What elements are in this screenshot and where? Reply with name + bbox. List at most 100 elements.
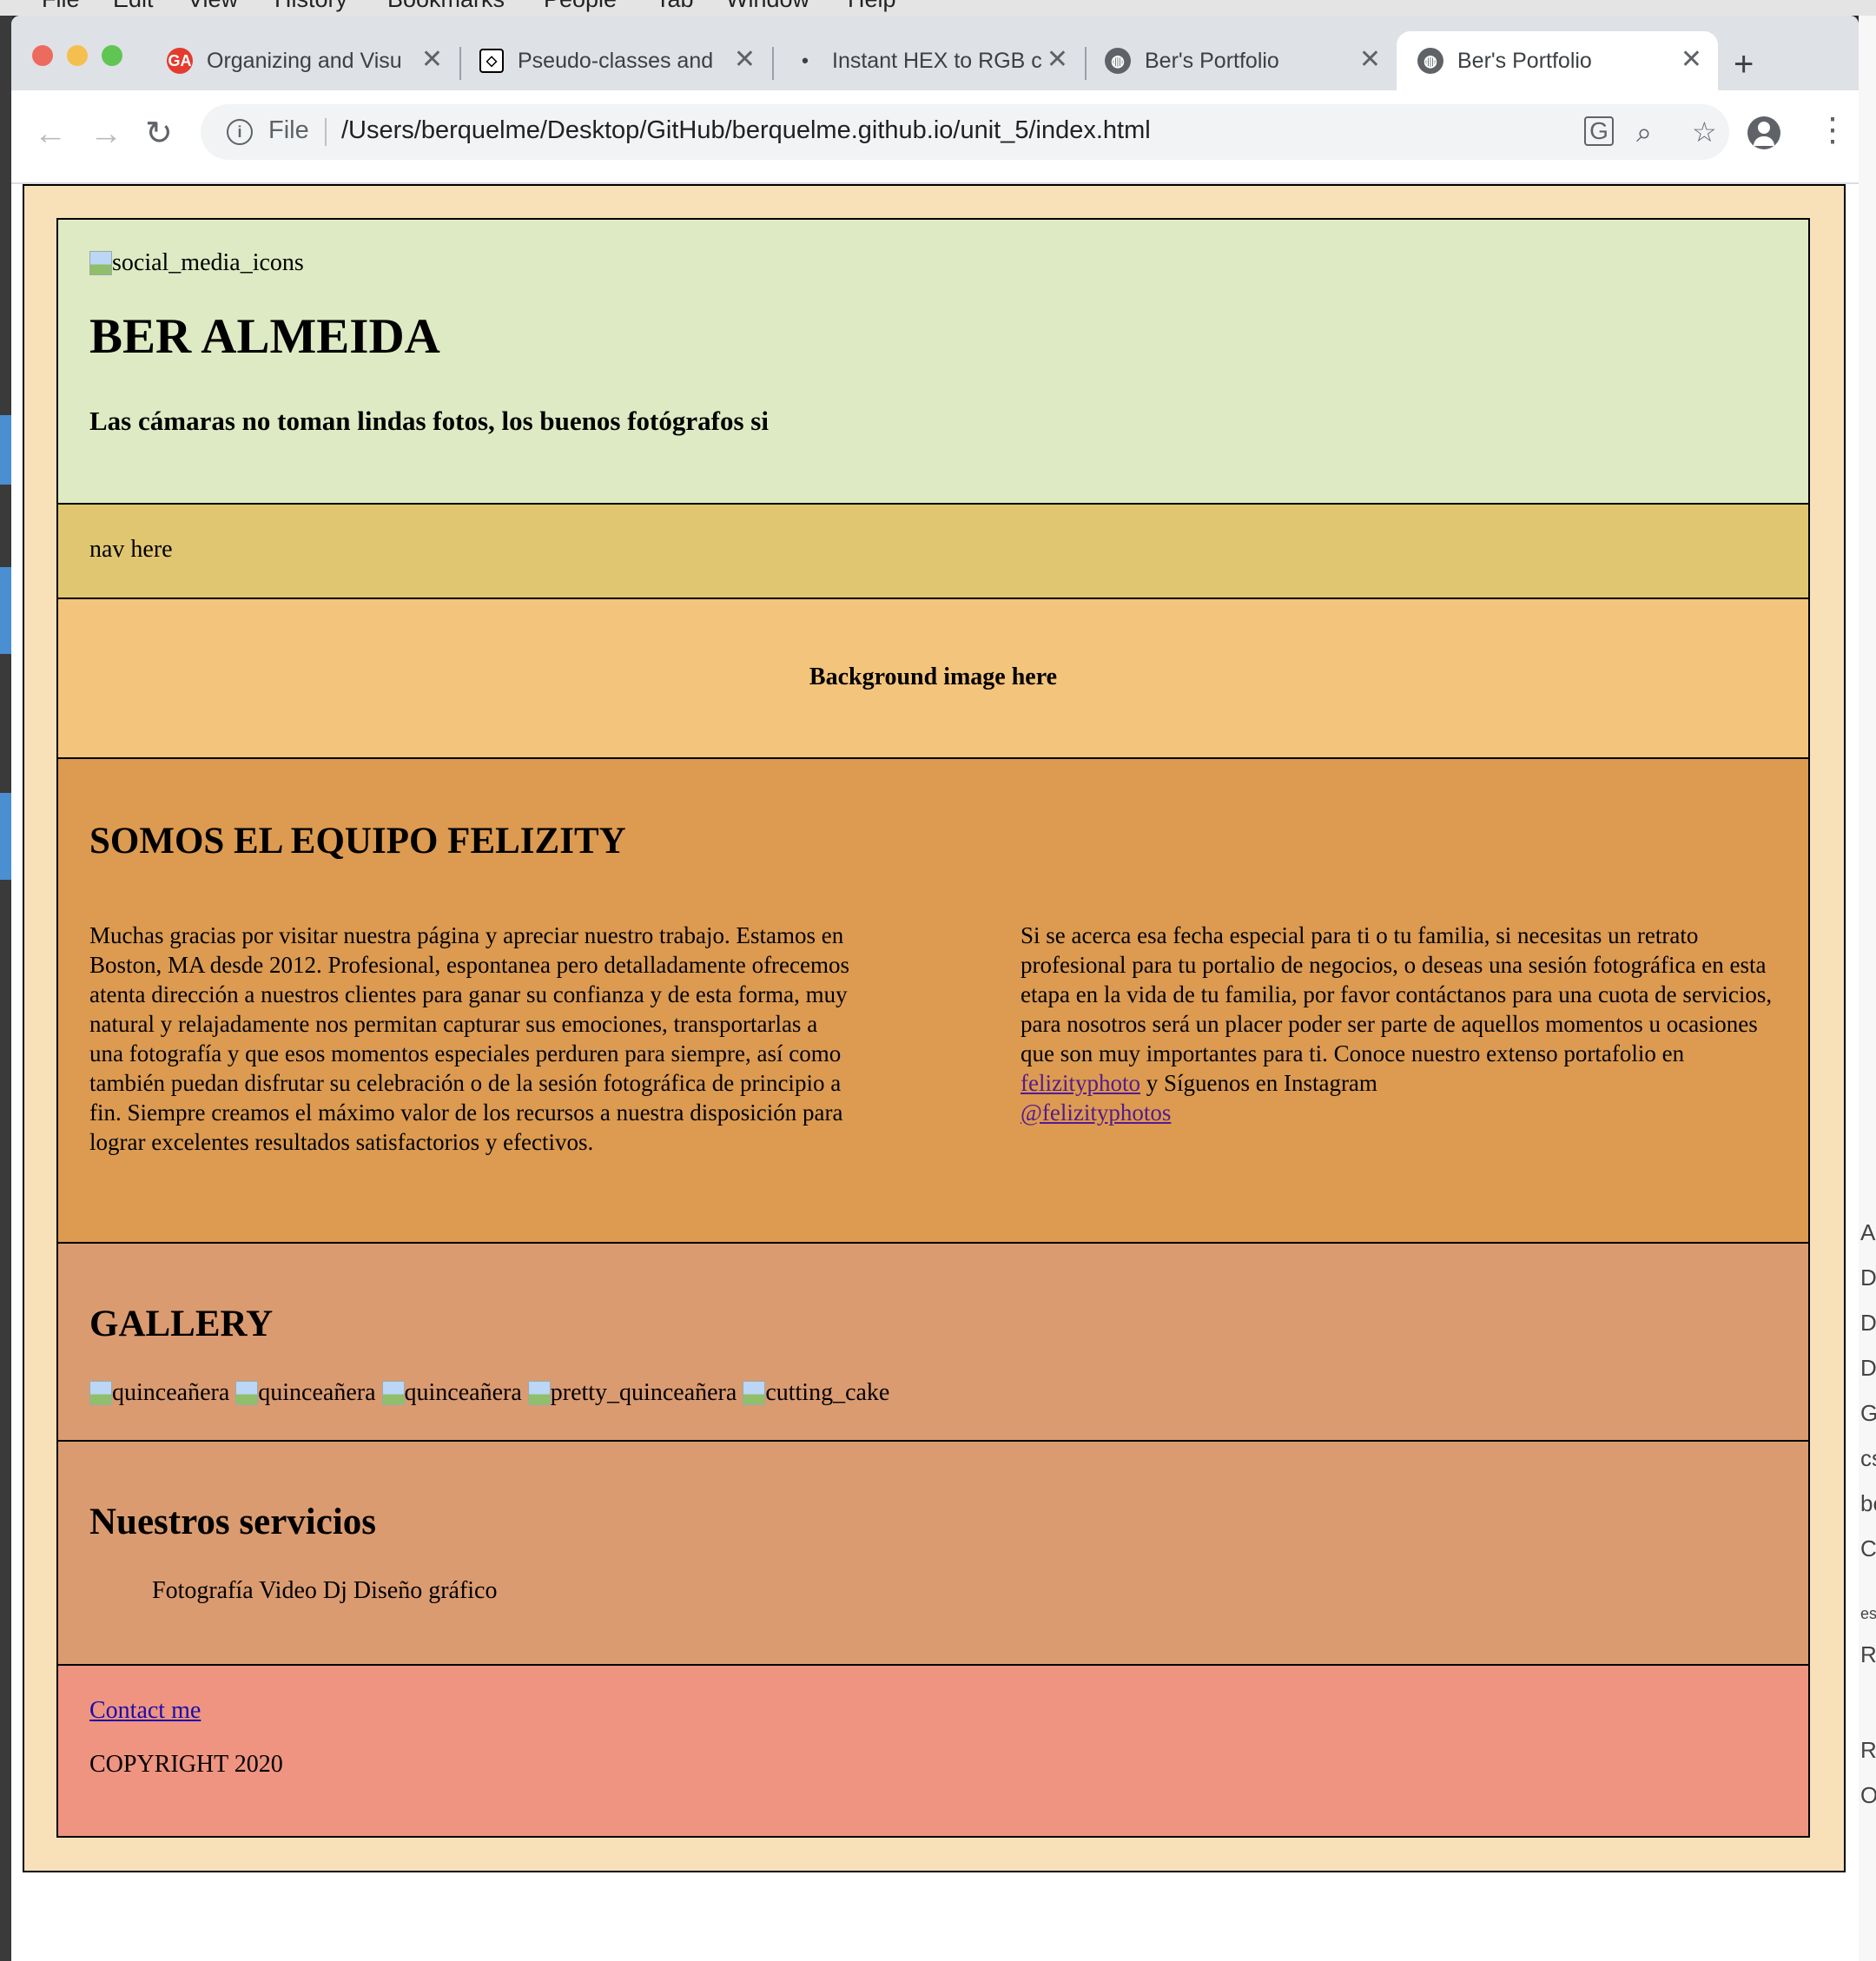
gallery-images: quinceañera quinceañera quinceañera pret… [89,1379,889,1412]
instagram-link[interactable]: @felizityphotos [1021,1099,1171,1126]
close-tab-icon[interactable]: ✕ [734,47,756,73]
globe-icon: ◍ [1417,48,1443,74]
tab-strip: GA Organizing and Visu ✕ ◇ Pseudo-classe… [11,16,1859,90]
ga-logo-icon: GA [167,48,193,74]
nav-placeholder: nav here [89,536,173,563]
close-window-button[interactable] [32,45,53,66]
minimize-window-button[interactable] [67,45,88,66]
close-tab-icon[interactable]: ✕ [1681,47,1702,73]
bg-text: G [1860,1400,1876,1426]
close-tab-icon[interactable]: ✕ [1359,47,1381,73]
page-bottom-whitespace [11,1872,1859,1961]
tab-hex-to-rgb[interactable]: • Instant HEX to RGB c ✕ [771,31,1084,90]
menu-tab[interactable]: Tab [656,0,694,13]
new-tab-button[interactable]: + [1734,47,1754,82]
address-scheme: File [268,116,309,144]
page-title: BER ALMEIDA [89,309,440,364]
gallery-image[interactable]: quinceañera [382,1379,522,1407]
bg-text: D [1860,1355,1876,1381]
gallery-image[interactable]: cutting_cake [743,1379,889,1407]
bg-text: es [1860,1605,1876,1622]
background-window-right: Ap D D D G cs be C es Re Re O [1859,16,1876,1961]
close-tab-icon[interactable]: ✕ [421,47,443,73]
tab-organizing[interactable]: GA Organizing and Visu ✕ [146,31,459,90]
about-section: SOMOS EL EQUIPO FELIZITY Muchas gracias … [56,757,1810,1244]
felizityphoto-link[interactable]: felizityphoto [1021,1070,1140,1096]
background-highlight [0,415,12,485]
address-url[interactable]: /Users/berquelme/Desktop/GitHub/berquelm… [341,116,1151,145]
translate-icon[interactable]: G [1584,116,1614,146]
tagline: Las cámaras no toman lindas fotos, los b… [89,406,769,436]
services-section: Nuestros servicios Fotografía Video Dj D… [56,1440,1810,1666]
tab-title: Ber's Portfolio [1457,48,1592,73]
about-right-paragraph: Si se acerca esa fecha especial para ti … [1021,922,1773,1066]
menu-help[interactable]: Help [848,0,896,13]
about-right-text: Si se acerca esa fecha especial para ti … [1021,921,1785,1127]
bg-text: D [1860,1310,1876,1336]
gallery-heading: GALLERY [89,1304,274,1344]
bookmark-star-icon[interactable]: ☆ [1692,116,1717,148]
menu-history[interactable]: History [274,0,347,13]
menu-people[interactable]: People [544,0,617,13]
background-window-left [0,16,12,1961]
about-left-text: Muchas gracias por visitar nuestra págin… [89,922,850,1155]
reload-button[interactable]: ↻ [145,116,173,151]
menu-edit[interactable]: Edit [113,0,154,13]
tab-title: Organizing and Visu [207,48,402,73]
bg-text: Re [1860,1737,1876,1763]
address-bar[interactable]: i File /Users/berquelme/Desktop/GitHub/b… [201,104,1729,160]
page-viewport: social_media_icons BER ALMEIDA Las cámar… [11,184,1859,1961]
tab-title: Ber's Portfolio [1145,48,1279,73]
codepen-icon: ◇ [479,49,504,73]
bg-text: Re [1860,1641,1876,1667]
gallery-section: GALLERY quinceañera quinceañera quinceañ… [56,1242,1810,1442]
services-heading: Nuestros servicios [89,1502,377,1542]
menu-bookmarks[interactable]: Bookmarks [387,0,505,13]
tab-pseudo-classes[interactable]: ◇ Pseudo-classes and ✕ [459,31,771,90]
tab-title: Instant HEX to RGB c [832,48,1042,73]
social-media-icons-image[interactable]: social_media_icons [89,249,304,277]
gallery-image[interactable]: quinceañera [89,1379,229,1407]
os-menu-bar: File Edit View History Bookmarks People … [0,0,1876,16]
menu-kebab-icon[interactable]: ⋮ [1816,113,1849,148]
bg-text: C [1860,1535,1876,1562]
forward-button[interactable]: → [89,116,122,151]
tab-bers-portfolio-active[interactable]: ◍ Ber's Portfolio ✕ [1397,31,1718,90]
globe-icon: ◍ [1105,48,1131,74]
services-list: Fotografía Video Dj Diseño gráfico [152,1577,498,1604]
hero-placeholder: Background image here [809,664,1058,690]
browser-window: GA Organizing and Visu ✕ ◇ Pseudo-classe… [11,16,1859,1961]
menu-window[interactable]: Window [726,0,809,13]
bg-text: cs [1860,1445,1876,1471]
tab-bers-portfolio[interactable]: ◍ Ber's Portfolio ✕ [1084,31,1397,90]
bg-text: be [1860,1490,1876,1516]
address-divider [325,118,327,146]
background-highlight [0,567,12,654]
nav-section: nav here [56,503,1810,599]
profile-avatar-icon[interactable] [1747,116,1780,149]
hero-section: Background image here [56,598,1810,759]
gallery-image[interactable]: quinceañera [235,1379,375,1407]
bg-text: D [1860,1264,1876,1291]
gallery-image[interactable]: pretty_quinceañera [528,1379,737,1407]
maximize-window-button[interactable] [102,45,122,66]
footer-section: Contact me COPYRIGHT 2020 [56,1664,1810,1838]
about-right-paragraph-2: y Síguenos en Instagram [1146,1070,1377,1096]
zoom-icon[interactable]: ⌕ [1636,116,1652,148]
tab-title: Pseudo-classes and [518,48,714,73]
copyright-text: COPYRIGHT 2020 [89,1751,283,1778]
dot-icon: • [802,50,809,71]
menu-file[interactable]: File [42,0,80,13]
bg-text: Ap [1860,1219,1876,1245]
browser-toolbar: ← → ↻ i File /Users/berquelme/Desktop/Gi… [11,90,1859,184]
menu-view[interactable]: View [188,0,238,13]
bg-text: O [1860,1782,1876,1808]
page-container: social_media_icons BER ALMEIDA Las cámar… [23,184,1846,1872]
info-icon[interactable]: i [227,119,253,145]
header-section: social_media_icons BER ALMEIDA Las cámar… [56,218,1810,505]
contact-me-link[interactable]: Contact me [89,1697,201,1725]
back-button[interactable]: ← [34,116,67,151]
background-highlight [0,793,12,880]
about-heading: SOMOS EL EQUIPO FELIZITY [89,821,626,862]
close-tab-icon[interactable]: ✕ [1047,47,1068,73]
